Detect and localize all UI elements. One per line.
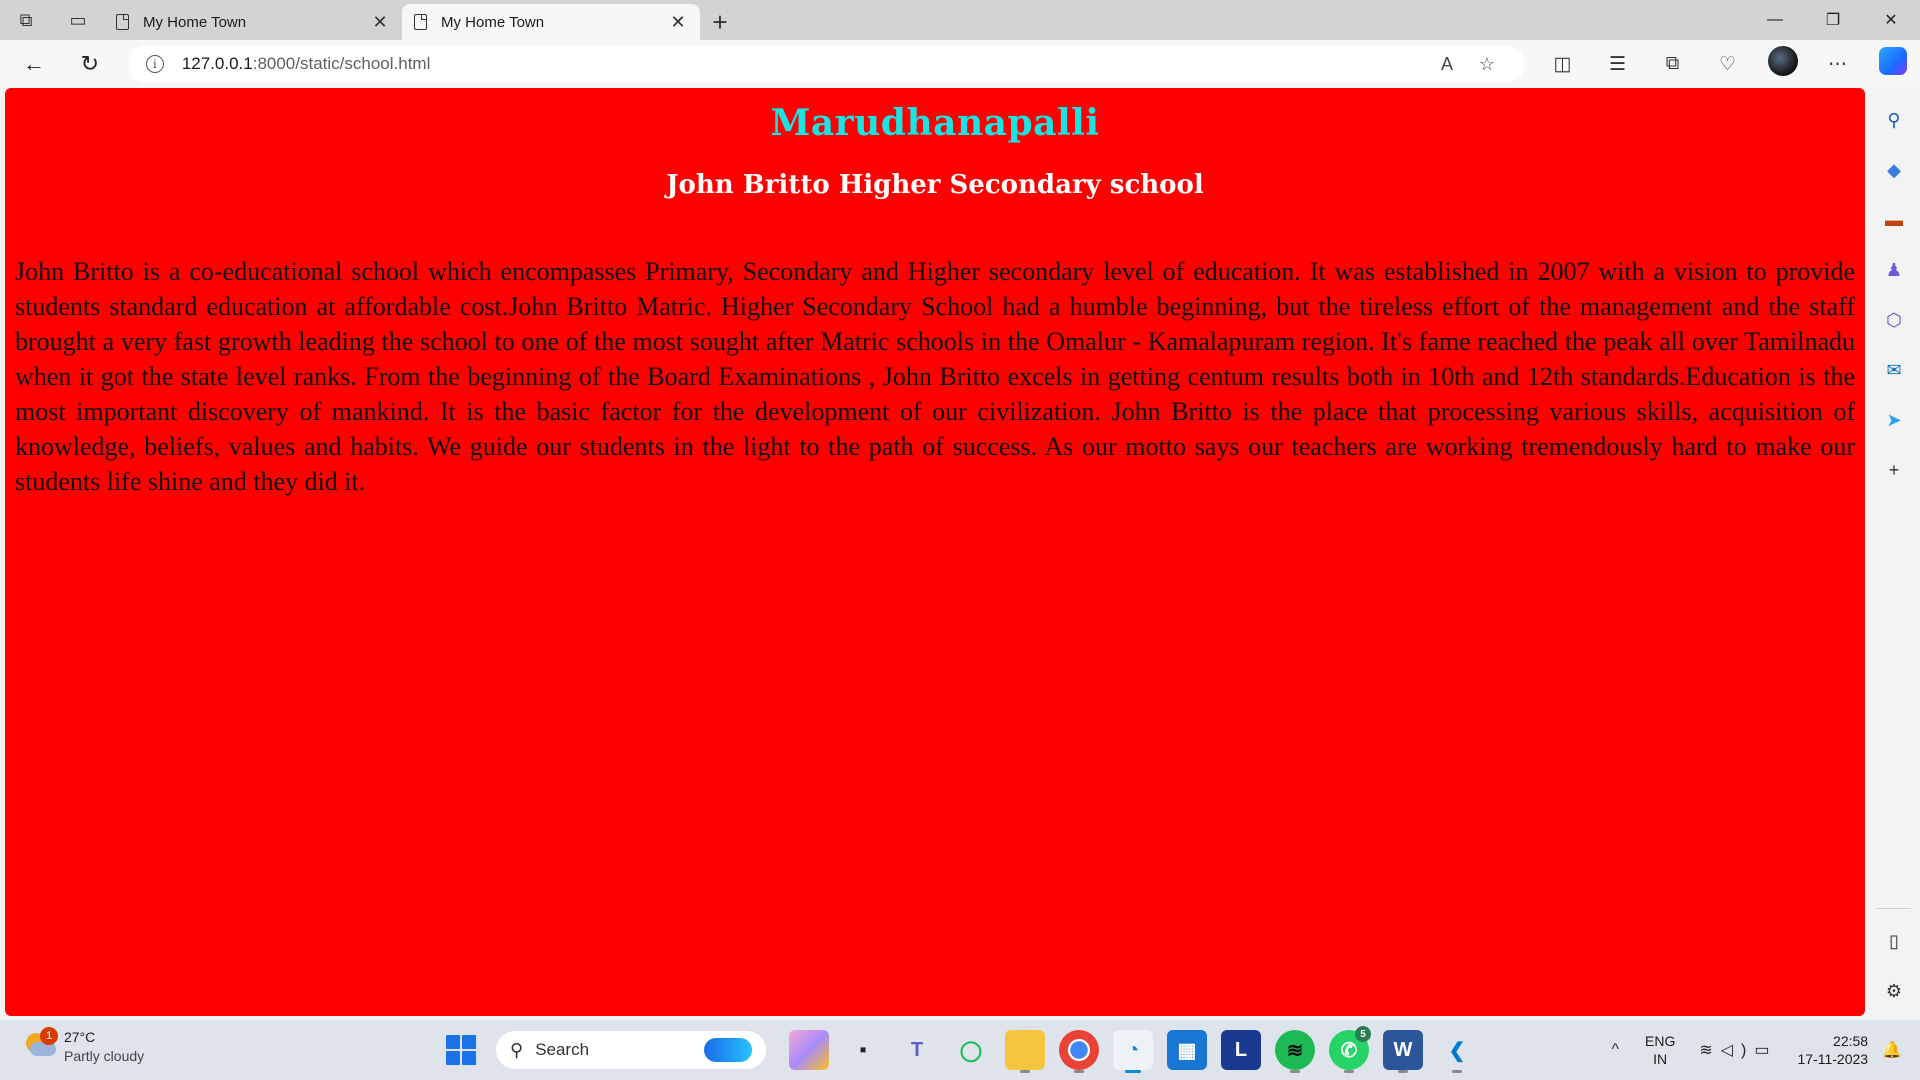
send-icon[interactable]: ➤ (1876, 402, 1912, 438)
search-icon[interactable]: ⚲ (1876, 102, 1912, 138)
network-volume-battery-icons[interactable]: ≋◁)▭ (1699, 1040, 1777, 1060)
taskbar-search[interactable]: ⚲ Search (496, 1031, 766, 1069)
whatsapp-badge: 5 (1355, 1026, 1371, 1042)
show-hidden-icons-chevron-icon[interactable]: ^ (1611, 1041, 1619, 1059)
tab-title: My Home Town (441, 13, 545, 31)
clock-date: 17-11-2023 (1797, 1051, 1869, 1067)
language-code: ENG (1645, 1033, 1676, 1049)
profile-avatar[interactable] (1755, 46, 1810, 82)
bing-highlight-icon (704, 1038, 752, 1062)
weather-badge: 1 (40, 1027, 58, 1045)
weather-temp: 27°C (64, 1029, 96, 1045)
circle-app-icon[interactable]: ◯ (951, 1030, 991, 1070)
partly-cloudy-icon: 1 (22, 1027, 58, 1061)
edge-browser-icon[interactable]: ◔ (1113, 1030, 1153, 1073)
tab-inactive[interactable]: My Home Town ✕ (104, 4, 402, 40)
collections-icon[interactable]: ⧉ (1645, 53, 1700, 75)
whatsapp-icon[interactable]: ✆ 5 (1329, 1026, 1371, 1073)
outlook-icon[interactable]: ✉ (1876, 352, 1912, 388)
vscode-icon[interactable]: ❮ (1437, 1030, 1477, 1073)
page-title: Marudhanapalli (770, 102, 1100, 144)
l-app-icon[interactable]: L (1221, 1030, 1261, 1070)
restore-icon[interactable]: ❐ (1804, 0, 1862, 40)
chrome-icon[interactable] (1059, 1030, 1099, 1073)
page-subtitle: John Britto Higher Secondary school (666, 170, 1204, 200)
browser-toolbar: ← ↻ i 127.0.0.1:8000/static/school.html … (0, 40, 1920, 88)
page-paragraph: John Britto is a co-educational school w… (15, 257, 1855, 496)
taskbar-apps: ⚲ Search ▪ T ◯ ◔ ▦ L ≋ ✆ 5 W ❮ (446, 1020, 1484, 1080)
tab-close-icon[interactable]: ✕ (668, 12, 688, 33)
teams-app-icon[interactable]: T (897, 1030, 937, 1070)
site-info-icon[interactable]: i (145, 55, 164, 73)
favorite-star-icon[interactable]: ☆ (1467, 54, 1507, 75)
window-controls: — ❐ ✕ (1746, 0, 1920, 40)
sidebar-divider (1877, 908, 1911, 909)
word-icon[interactable]: W (1383, 1030, 1423, 1073)
minimize-icon[interactable]: — (1746, 0, 1804, 40)
tab-strip: ⧉ ▭ My Home Town ✕ My Home Town ✕ + — ❐ … (0, 0, 1920, 40)
url-host: 127.0.0.1 (181, 54, 253, 73)
search-icon: ⚲ (510, 1039, 524, 1060)
browser-essentials-icon[interactable]: ♡ (1700, 53, 1755, 76)
tab-active[interactable]: My Home Town ✕ (402, 4, 700, 40)
address-bar[interactable]: i 127.0.0.1:8000/static/school.html A ☆ (127, 45, 1525, 83)
url-path: :8000/static/school.html (252, 54, 431, 73)
premiere-app-icon[interactable] (789, 1030, 829, 1070)
tab-title: My Home Town (143, 13, 247, 31)
new-tab-button[interactable]: + (700, 4, 740, 40)
weather-widget[interactable]: 1 27°C Partly cloudy (22, 1027, 145, 1066)
clock-time: 22:58 (1833, 1033, 1869, 1049)
settings-gear-icon[interactable]: ⚙ (1876, 973, 1912, 1009)
shopping-tag-icon[interactable]: ◆ (1876, 152, 1912, 188)
workspaces-icon[interactable]: ⧉ (0, 0, 52, 40)
windows-start-icon[interactable] (446, 1035, 476, 1065)
add-icon[interactable]: + (1876, 452, 1912, 488)
clock[interactable]: 22:58 17-11-2023 (1798, 1032, 1869, 1068)
office-icon[interactable]: ⬡ (1876, 302, 1912, 338)
taskbar: 1 27°C Partly cloudy ⚲ Search ▪ T ◯ ◔ ▦ … (0, 1020, 1920, 1080)
copilot-icon[interactable] (1865, 47, 1920, 81)
weather-condition: Partly cloudy (64, 1048, 145, 1064)
language-indicator[interactable]: ENG IN (1645, 1032, 1675, 1068)
document-icon (414, 14, 427, 30)
split-screen-icon[interactable]: ◫ (1535, 53, 1590, 76)
search-placeholder: Search (535, 1040, 590, 1059)
edge-sidebar: ⚲ ◆ ▬ ♟ ⬡ ✉ ➤ + ▯ ⚙ (1868, 88, 1920, 1016)
read-aloud-icon[interactable]: A (1427, 54, 1467, 75)
close-icon[interactable]: ✕ (1862, 0, 1920, 40)
games-icon[interactable]: ♟ (1876, 252, 1912, 288)
microsoft-store-icon[interactable]: ▦ (1167, 1030, 1207, 1070)
task-view-icon[interactable]: ▪ (843, 1030, 883, 1070)
vertical-tabs-icon[interactable]: ▭ (52, 0, 104, 40)
tools-icon[interactable]: ▬ (1876, 202, 1912, 238)
file-explorer-icon[interactable] (1005, 1030, 1045, 1073)
page-viewport: Marudhanapalli John Britto Higher Second… (5, 88, 1865, 1016)
sidebar-toggle-icon[interactable]: ▯ (1876, 923, 1912, 959)
refresh-button[interactable]: ↻ (68, 46, 112, 82)
notification-bell-icon[interactable]: 🔔 (1882, 1040, 1902, 1060)
document-icon (116, 14, 129, 30)
back-button[interactable]: ← (12, 46, 56, 82)
language-region: IN (1653, 1051, 1668, 1067)
system-tray: ^ ENG IN ≋◁)▭ 22:58 17-11-2023 🔔 (1611, 1020, 1920, 1080)
more-menu-icon[interactable]: ⋯ (1810, 53, 1865, 76)
tab-close-icon[interactable]: ✕ (370, 12, 390, 33)
favorites-icon[interactable]: ☰ (1590, 53, 1645, 76)
spotify-icon[interactable]: ≋ (1275, 1030, 1315, 1073)
